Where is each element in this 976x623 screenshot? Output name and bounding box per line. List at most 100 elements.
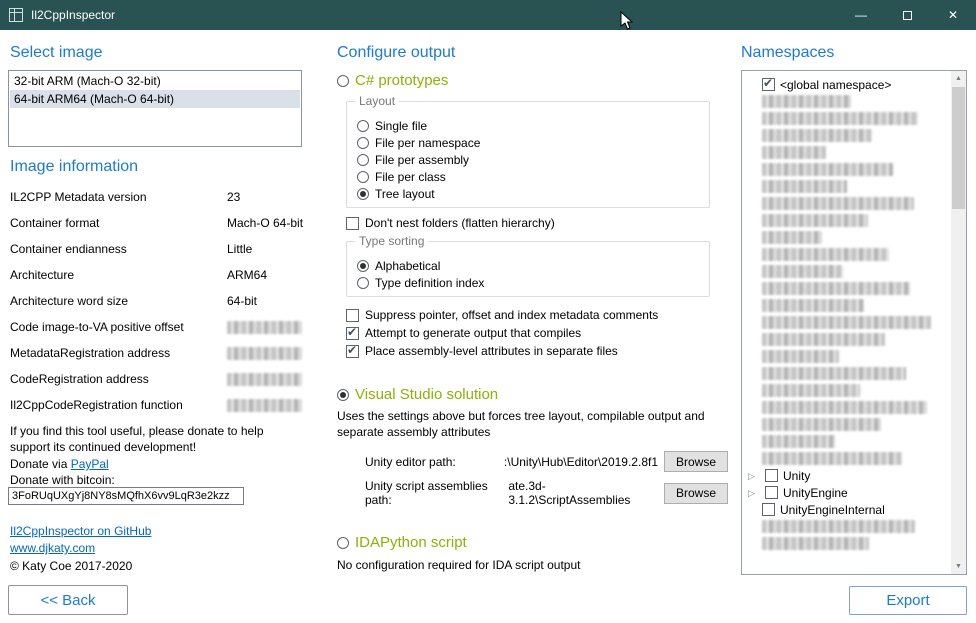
list-item[interactable]: 64-bit ARM64 (Mach-O 64-bit) [10, 90, 300, 108]
radio-csharp-prototypes[interactable]: C# prototypes [337, 72, 448, 89]
app-icon [9, 8, 23, 22]
namespace-item-redacted[interactable] [746, 246, 950, 263]
vs-description: Uses the settings above but forces tree … [337, 408, 725, 440]
namespace-item-redacted[interactable] [746, 433, 950, 450]
checkbox-label: Suppress pointer, offset and index metad… [365, 308, 658, 322]
namespace-item-redacted[interactable] [746, 212, 950, 229]
redacted-namespace-label [762, 265, 843, 278]
namespace-item-redacted[interactable] [746, 365, 950, 382]
redacted-namespace-label [762, 367, 906, 380]
namespace-label: Unity [783, 469, 810, 483]
unity-editor-path-row: Unity editor path: :\Unity\Hub\Editor\20… [365, 451, 728, 472]
back-button[interactable]: << Back [8, 585, 128, 615]
namespace-item-redacted[interactable] [746, 161, 950, 178]
redacted-value [227, 399, 302, 412]
namespace-item-redacted[interactable] [746, 263, 950, 280]
namespace-item-redacted[interactable] [746, 416, 950, 433]
checkbox-icon [346, 345, 359, 358]
radio-label: Alphabetical [375, 259, 440, 273]
expander-icon[interactable]: ▷ [748, 487, 760, 499]
close-button[interactable]: ✕ [930, 0, 976, 30]
namespace-item-redacted[interactable] [746, 382, 950, 399]
radio-type-definition-index[interactable]: Type definition index [357, 275, 699, 290]
radio-file-per-assembly[interactable]: File per assembly [357, 152, 699, 167]
namespace-item-unityengine[interactable]: ▷ UnityEngine [746, 484, 950, 501]
namespace-item-redacted[interactable] [746, 195, 950, 212]
redacted-namespace-label [762, 146, 826, 159]
type-sorting-groupbox: Type sorting Alphabetical Type definitio… [346, 241, 710, 297]
scrollbar-thumb[interactable] [952, 87, 965, 209]
redacted-namespace-label [762, 350, 839, 363]
unity-script-path-label: Unity script assemblies path: [365, 479, 508, 507]
radio-visual-studio-solution[interactable]: Visual Studio solution [337, 386, 498, 403]
list-item[interactable]: 32-bit ARM (Mach-O 32-bit) [10, 72, 300, 90]
browse-script-button[interactable]: Browse [664, 483, 728, 504]
radio-icon [357, 154, 369, 166]
namespace-item-redacted[interactable] [746, 314, 950, 331]
ida-description: No configuration required for IDA script… [337, 557, 725, 573]
bitcoin-address-input[interactable] [8, 487, 244, 505]
namespace-item-redacted[interactable] [746, 93, 950, 110]
website-link[interactable]: www.djkaty.com [10, 541, 95, 555]
redacted-value [227, 347, 302, 360]
namespace-item-unityengineinternal[interactable]: UnityEngineInternal [746, 501, 950, 518]
checkbox-icon [762, 503, 775, 516]
radio-alphabetical[interactable]: Alphabetical [357, 258, 699, 273]
minimize-button[interactable]: — [838, 0, 884, 30]
namespace-item-redacted[interactable] [746, 280, 950, 297]
radio-label: File per assembly [375, 153, 469, 167]
checkbox-flatten-hierarchy[interactable]: Don't nest folders (flatten hierarchy) [346, 214, 555, 232]
type-sorting-group-title: Type sorting [355, 234, 428, 248]
namespace-item-redacted[interactable] [746, 229, 950, 246]
namespace-item-redacted[interactable] [746, 518, 950, 535]
radio-file-per-class[interactable]: File per class [357, 169, 699, 184]
namespace-item-redacted[interactable] [746, 297, 950, 314]
radio-file-per-namespace[interactable]: File per namespace [357, 135, 699, 150]
namespace-item-redacted[interactable] [746, 331, 950, 348]
redacted-namespace-label [762, 163, 893, 176]
checkbox-assembly-attributes-separate[interactable]: Place assembly-level attributes in separ… [346, 342, 618, 360]
export-button[interactable]: Export [849, 586, 967, 615]
checkbox-suppress-metadata-comments[interactable]: Suppress pointer, offset and index metad… [346, 306, 658, 324]
donate-via-line: Donate via PayPal [10, 456, 109, 472]
radio-icon [337, 389, 349, 401]
github-link[interactable]: Il2CppInspector on GitHub [10, 524, 151, 538]
checkbox-attempt-compile[interactable]: Attempt to generate output that compiles [346, 324, 581, 342]
namespace-item-redacted[interactable] [746, 110, 950, 127]
info-value: ARM64 [227, 268, 267, 282]
namespace-item-redacted[interactable] [746, 535, 950, 552]
scroll-up-icon[interactable]: ▲ [951, 71, 966, 86]
expander-icon[interactable]: ▷ [748, 470, 760, 482]
table-row: MetadataRegistration address [10, 340, 304, 366]
redacted-namespace-label [762, 248, 889, 261]
info-label: Container endianness [10, 242, 227, 256]
paypal-link[interactable]: PayPal [71, 457, 109, 471]
namespace-item-redacted[interactable] [746, 178, 950, 195]
table-row: Architecture ARM64 [10, 262, 304, 288]
radio-single-file[interactable]: Single file [357, 118, 699, 133]
radio-idapython-script[interactable]: IDAPython script [337, 534, 467, 551]
namespace-item-redacted[interactable] [746, 399, 950, 416]
maximize-button[interactable] [884, 0, 930, 30]
namespace-item-unity[interactable]: ▷ Unity [746, 467, 950, 484]
namespace-item-global[interactable]: <global namespace> [746, 76, 950, 93]
checkbox-icon [762, 78, 775, 91]
image-listbox: 32-bit ARM (Mach-O 32-bit) 64-bit ARM64 … [8, 70, 302, 147]
ns-redacted-before [746, 93, 950, 467]
namespace-item-redacted[interactable] [746, 450, 950, 467]
table-row: CodeRegistration address [10, 366, 304, 392]
scroll-down-icon[interactable]: ▼ [951, 559, 966, 574]
ns-redacted-after [746, 518, 950, 552]
redacted-namespace-label [762, 537, 869, 550]
table-row: Architecture word size 64-bit [10, 288, 304, 314]
vertical-scrollbar[interactable]: ▲ ▼ [951, 71, 966, 574]
radio-tree-layout[interactable]: Tree layout [357, 186, 699, 201]
namespace-label: <global namespace> [780, 78, 891, 92]
radio-icon [337, 537, 349, 549]
namespace-item-redacted[interactable] [746, 348, 950, 365]
namespace-item-redacted[interactable] [746, 144, 950, 161]
browse-editor-button[interactable]: Browse [664, 451, 728, 472]
redacted-namespace-label [762, 333, 885, 346]
table-row: Il2CppCodeRegistration function [10, 392, 304, 418]
namespace-item-redacted[interactable] [746, 127, 950, 144]
